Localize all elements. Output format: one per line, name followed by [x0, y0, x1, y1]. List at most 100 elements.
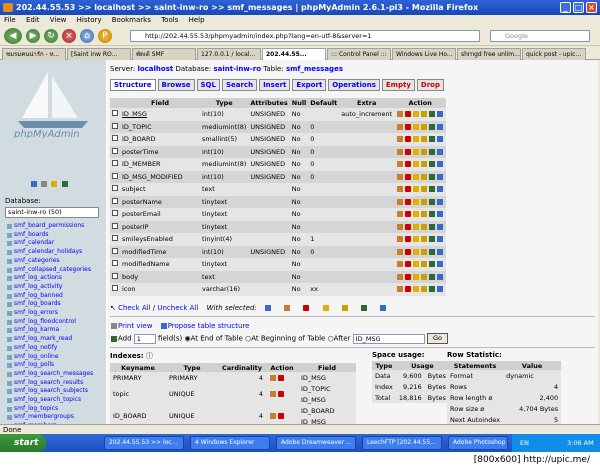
unique-icon[interactable]	[429, 111, 436, 118]
edit-icon[interactable]	[397, 273, 404, 280]
menu-bookmarks[interactable]: Bookmarks	[112, 16, 151, 24]
row-checkbox[interactable]	[112, 122, 118, 129]
unique-icon[interactable]	[429, 236, 436, 243]
sidebar-table-link[interactable]: smf_log_search_topics	[4, 396, 93, 405]
sidebar-table-link[interactable]: smf_log_boards	[4, 300, 93, 309]
drop-icon[interactable]	[405, 286, 412, 293]
sidebar-table-link[interactable]: smf_membergroups	[4, 413, 93, 422]
fulltext-icon[interactable]	[437, 136, 444, 143]
home-button[interactable]: ⌂	[80, 29, 94, 43]
browser-tab[interactable]: พัดเด้ SMF	[132, 48, 196, 60]
row-checkbox[interactable]	[112, 285, 118, 292]
menu-tools[interactable]: Tools	[161, 16, 178, 24]
fulltext-icon[interactable]	[437, 223, 444, 230]
forward-button[interactable]: ▶	[26, 29, 40, 43]
edit-icon[interactable]	[397, 223, 404, 230]
row-checkbox[interactable]	[112, 147, 118, 154]
edit-icon[interactable]	[397, 236, 404, 243]
primary-key-icon[interactable]	[413, 223, 420, 230]
minimize-button[interactable]: _	[560, 2, 571, 13]
fulltext-icon[interactable]	[437, 261, 444, 268]
server-link[interactable]: localhost	[137, 65, 173, 73]
sidebar-table-link[interactable]: smf_log_search_subjects	[4, 387, 93, 396]
primary-key-icon[interactable]	[413, 111, 420, 118]
tab-export[interactable]: Export	[292, 79, 327, 91]
sidebar-table-link[interactable]: smf_categories	[4, 257, 93, 266]
menu-view[interactable]: View	[50, 16, 67, 24]
tab-empty[interactable]: Empty	[381, 79, 415, 91]
primary-key-icon[interactable]	[413, 186, 420, 193]
fulltext-icon[interactable]	[437, 111, 444, 118]
edit-icon[interactable]	[397, 198, 404, 205]
index-icon[interactable]	[421, 186, 428, 193]
language-indicator[interactable]: EN	[520, 434, 529, 452]
taskbar-item[interactable]: 4 Windows Explorer	[190, 436, 270, 450]
index-icon[interactable]	[421, 173, 428, 180]
row-checkbox[interactable]	[112, 235, 118, 242]
index-icon[interactable]	[421, 223, 428, 230]
row-checkbox[interactable]	[112, 172, 118, 179]
fulltext-icon[interactable]	[437, 186, 444, 193]
pdf-icon[interactable]: P	[98, 29, 112, 43]
sidebar-table-link[interactable]: smf_log_karma	[4, 326, 93, 335]
primary-key-icon[interactable]	[413, 136, 420, 143]
taskbar-item[interactable]: Adobe Dreamweaver ...	[276, 436, 356, 450]
fulltext-icon[interactable]	[437, 198, 444, 205]
index-icon[interactable]	[341, 305, 348, 311]
drop-icon[interactable]	[405, 186, 412, 193]
sidebar-table-link[interactable]: smf_boards	[4, 231, 93, 240]
sql-query-icon[interactable]	[41, 181, 48, 187]
index-icon[interactable]	[421, 111, 428, 118]
fulltext-icon[interactable]	[437, 273, 444, 280]
sidebar-table-link[interactable]: smf_log_floodcontrol	[4, 318, 93, 327]
drop-icon[interactable]	[405, 111, 412, 118]
row-checkbox[interactable]	[112, 185, 118, 192]
maximize-button[interactable]: □	[573, 2, 584, 13]
taskbar-item[interactable]: 202.44.55.53 >> loc...	[104, 436, 184, 450]
back-button[interactable]: ◀	[4, 28, 22, 44]
browser-tab[interactable]: shrngd free unlim...	[457, 48, 521, 60]
primary-key-icon[interactable]	[413, 236, 420, 243]
drop-icon[interactable]	[303, 305, 310, 311]
fulltext-icon[interactable]	[437, 123, 444, 130]
edit-icon[interactable]	[284, 305, 291, 311]
index-icon[interactable]	[421, 148, 428, 155]
index-icon[interactable]	[421, 211, 428, 218]
browser-tab-active[interactable]: 202.44.55...	[262, 48, 326, 60]
close-button[interactable]: ×	[586, 2, 597, 13]
sidebar-table-link[interactable]: smf_log_banned	[4, 292, 93, 301]
primary-key-icon[interactable]	[322, 305, 329, 311]
propose-structure-link[interactable]: Propose table structure	[168, 322, 250, 330]
drop-icon[interactable]	[405, 261, 412, 268]
fulltext-icon[interactable]	[380, 305, 387, 311]
add-count-input[interactable]: 1	[133, 333, 156, 344]
tab-structure[interactable]: Structure	[110, 79, 156, 91]
unique-icon[interactable]	[429, 223, 436, 230]
database-link[interactable]: saint-inw-ro	[213, 65, 261, 73]
browser-tab[interactable]: quick post - upic...	[522, 48, 586, 60]
index-icon[interactable]	[421, 248, 428, 255]
primary-key-icon[interactable]	[413, 173, 420, 180]
edit-icon[interactable]	[397, 123, 404, 130]
sidebar-table-link[interactable]: smf_collapsed_categories	[4, 266, 93, 275]
taskbar-item[interactable]: Adobe Photoshop	[448, 436, 508, 450]
browser-tab[interactable]: Windows Live Ho...	[392, 48, 456, 60]
index-icon[interactable]	[421, 286, 428, 293]
drop-icon[interactable]	[405, 161, 412, 168]
fulltext-icon[interactable]	[437, 286, 444, 293]
after-field-select[interactable]: ID_MSG	[352, 333, 425, 344]
stop-button[interactable]: ×	[62, 29, 76, 43]
primary-key-icon[interactable]	[413, 198, 420, 205]
sidebar-table-link[interactable]: smf_calendar_holidays	[4, 248, 93, 257]
edit-icon[interactable]	[397, 136, 404, 143]
drop-icon[interactable]	[405, 273, 412, 280]
unique-icon[interactable]	[429, 148, 436, 155]
browser-tab[interactable]: ::: Control Panel :::	[327, 48, 391, 60]
primary-key-icon[interactable]	[413, 273, 420, 280]
unique-icon[interactable]	[361, 305, 368, 311]
row-checkbox[interactable]	[112, 210, 118, 217]
menu-help[interactable]: Help	[189, 16, 205, 24]
start-button[interactable]: start	[0, 434, 46, 452]
menu-history[interactable]: History	[77, 16, 102, 24]
unique-icon[interactable]	[429, 286, 436, 293]
